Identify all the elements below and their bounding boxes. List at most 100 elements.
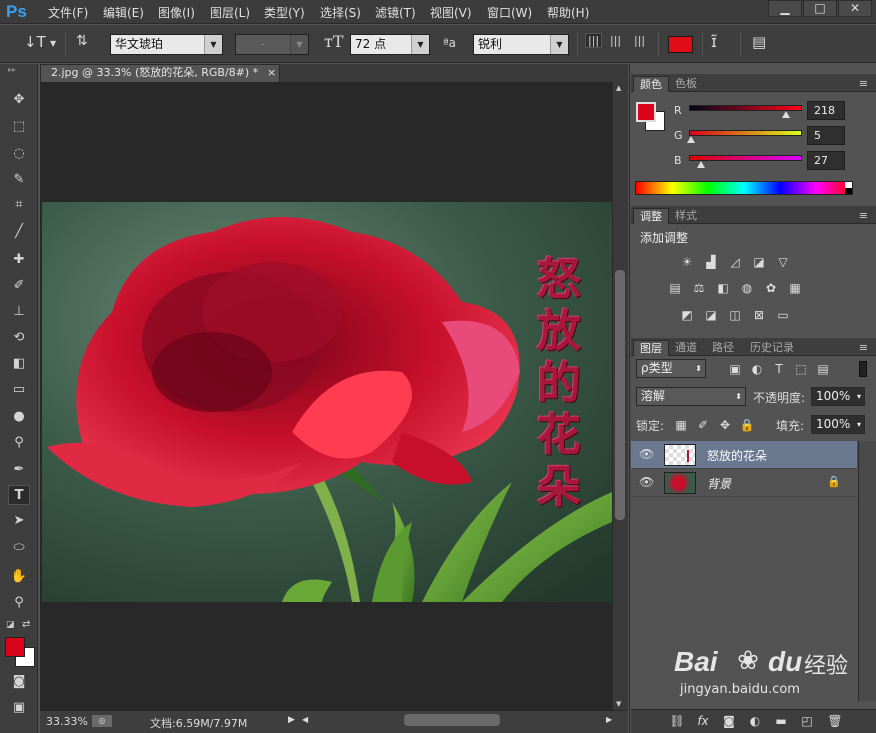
swap-colors-icon[interactable]: ⇄ (22, 619, 30, 630)
text-color-swatch[interactable] (668, 36, 693, 53)
filter-adjust-icon[interactable]: ◐ (749, 362, 765, 376)
restore-button[interactable]: □ (803, 0, 837, 17)
selective-color-icon[interactable]: ⊠ (751, 308, 767, 322)
eraser-tool-icon[interactable]: ◧ (8, 354, 30, 374)
tab-history[interactable]: 历史记录 (744, 340, 800, 356)
tab-swatches[interactable]: 色板 (669, 76, 703, 92)
font-size-select[interactable]: 72 点 ▼ (350, 34, 430, 55)
horizontal-scroll-thumb[interactable] (404, 714, 500, 726)
menu-type[interactable]: 类型(Y) (264, 4, 305, 21)
menu-select[interactable]: 选择(S) (320, 4, 361, 21)
screen-mode-icon[interactable]: ▣ (8, 698, 30, 718)
channel-r-value[interactable]: 218 (807, 101, 845, 120)
menu-file[interactable]: 文件(F) (48, 4, 88, 21)
gradient-triangle-icon[interactable]: ▽ (775, 255, 791, 269)
scroll-left-icon[interactable]: ◀ (302, 715, 308, 724)
pen-tool-icon[interactable]: ✒ (8, 460, 30, 480)
channel-b-slider[interactable] (689, 155, 802, 161)
brightness-icon[interactable]: ☀ (679, 255, 695, 269)
menu-filter[interactable]: 滤镜(T) (375, 4, 416, 21)
collapse-icon[interactable]: ▸▸ (8, 65, 16, 74)
tab-styles[interactable]: 样式 (669, 208, 703, 224)
vertical-scroll-thumb[interactable] (615, 270, 625, 520)
layer-filter-select[interactable]: ρ类型 ⬍ (636, 359, 706, 378)
align-left-icon[interactable]: ||| (585, 33, 603, 48)
menu-window[interactable]: 窗口(W) (487, 4, 532, 21)
panel-menu-icon[interactable]: ≡ (859, 209, 868, 222)
curves-icon[interactable]: ◿ (727, 255, 743, 269)
channel-b-value[interactable]: 27 (807, 151, 845, 170)
close-tab-icon[interactable]: × (267, 65, 276, 81)
menu-edit[interactable]: 编辑(E) (103, 4, 144, 21)
channel-mixer-icon[interactable]: ✿ (763, 281, 779, 295)
filter-smart-icon[interactable]: ▤ (815, 362, 831, 376)
fx-icon[interactable]: fx (695, 714, 711, 728)
lock-transparent-icon[interactable]: ▦ (673, 418, 689, 432)
marquee-tool-icon[interactable]: ⬚ (8, 117, 30, 137)
visibility-eye-icon[interactable]: 👁 (639, 475, 654, 489)
layer-row-text[interactable]: 👁 怒放的花朵 (631, 441, 857, 469)
zoom-level[interactable]: 33.33% (46, 715, 88, 728)
eyedropper-tool-icon[interactable]: ╱ (8, 222, 30, 242)
black-white-icon[interactable]: ◧ (715, 281, 731, 295)
stamp-tool-icon[interactable]: ⊥ (8, 302, 30, 322)
quick-mask-icon[interactable]: ◙ (8, 672, 30, 692)
move-tool-icon[interactable]: ✥ (8, 90, 30, 110)
channel-g-handle[interactable] (687, 136, 696, 143)
gradient-map-icon[interactable]: ▭ (775, 308, 791, 322)
document-canvas[interactable]: 怒 放 的 花 朵 (42, 202, 612, 602)
link-layers-icon[interactable]: ⛓ (669, 714, 685, 728)
channel-r-handle[interactable] (781, 111, 790, 118)
expand-icon[interactable]: ▶ (288, 715, 295, 725)
layer-name[interactable]: 背景 (707, 475, 731, 492)
align-center-icon[interactable]: ||| (610, 34, 621, 47)
align-right-icon[interactable]: ||| (634, 34, 645, 47)
fill-field[interactable]: 100% ▾ (811, 415, 865, 434)
tab-channels[interactable]: 通道 (669, 340, 703, 356)
lock-paint-icon[interactable]: ✐ (695, 418, 711, 432)
blur-tool-icon[interactable]: ● (8, 407, 30, 427)
lock-all-icon[interactable]: 🔒 (739, 418, 755, 432)
type-tool-icon[interactable]: T (8, 485, 30, 505)
filter-pixel-icon[interactable]: ▣ (727, 362, 743, 376)
brush-tool-icon[interactable]: ✐ (8, 276, 30, 296)
lock-move-icon[interactable]: ✥ (717, 418, 733, 432)
tab-paths[interactable]: 路径 (706, 340, 740, 356)
panel-menu-icon[interactable]: ≡ (859, 341, 868, 354)
menu-image[interactable]: 图像(I) (158, 4, 195, 21)
healing-brush-icon[interactable]: ✚ (8, 250, 30, 270)
path-select-tool-icon[interactable]: ➤ (8, 511, 30, 531)
font-style-select[interactable]: - ▼ (235, 34, 309, 55)
menu-help[interactable]: 帮助(H) (547, 4, 589, 21)
chevron-down-icon[interactable]: ▼ (50, 39, 56, 48)
gradient-tool-icon[interactable]: ▭ (8, 380, 30, 400)
character-panel-icon[interactable]: ▤ (752, 33, 766, 51)
posterize-icon[interactable]: ◪ (703, 308, 719, 322)
scroll-up-icon[interactable]: ▲ (616, 84, 621, 92)
scroll-right-icon[interactable]: ▶ (606, 715, 612, 724)
ellipse-tool-icon[interactable]: ⬭ (8, 538, 30, 558)
anti-alias-select[interactable]: 锐利 ▼ (473, 34, 569, 55)
vibrance-icon[interactable]: ▤ (667, 281, 683, 295)
tab-color[interactable]: 颜色 (633, 76, 669, 92)
color-balance-icon[interactable]: ⚖ (691, 281, 707, 295)
hand-tool-icon[interactable]: ✋ (8, 567, 30, 587)
warp-text-icon[interactable]: ɪ̃ (711, 32, 717, 51)
font-family-select[interactable]: 华文琥珀 ▼ (110, 34, 223, 55)
exposure-icon[interactable]: ◪ (751, 255, 767, 269)
crop-tool-icon[interactable]: ⌗ (8, 195, 30, 215)
tab-adjustments[interactable]: 调整 (633, 208, 669, 224)
foreground-color-swatch[interactable] (636, 102, 656, 122)
color-spectrum[interactable] (635, 181, 853, 195)
scroll-down-icon[interactable]: ▼ (616, 700, 621, 708)
photo-filter-icon[interactable]: ◍ (739, 281, 755, 295)
foreground-color-swatch[interactable] (5, 637, 25, 657)
close-button[interactable]: ✕ (838, 0, 872, 17)
layer-name[interactable]: 怒放的花朵 (707, 447, 767, 464)
minimize-button[interactable]: ▁ (768, 0, 802, 17)
menu-view[interactable]: 视图(V) (430, 4, 472, 21)
zoom-tool-icon[interactable]: ⚲ (8, 593, 30, 613)
invert-icon[interactable]: ◩ (679, 308, 695, 322)
channel-g-value[interactable]: 5 (807, 126, 845, 145)
black-chip[interactable] (845, 188, 852, 194)
